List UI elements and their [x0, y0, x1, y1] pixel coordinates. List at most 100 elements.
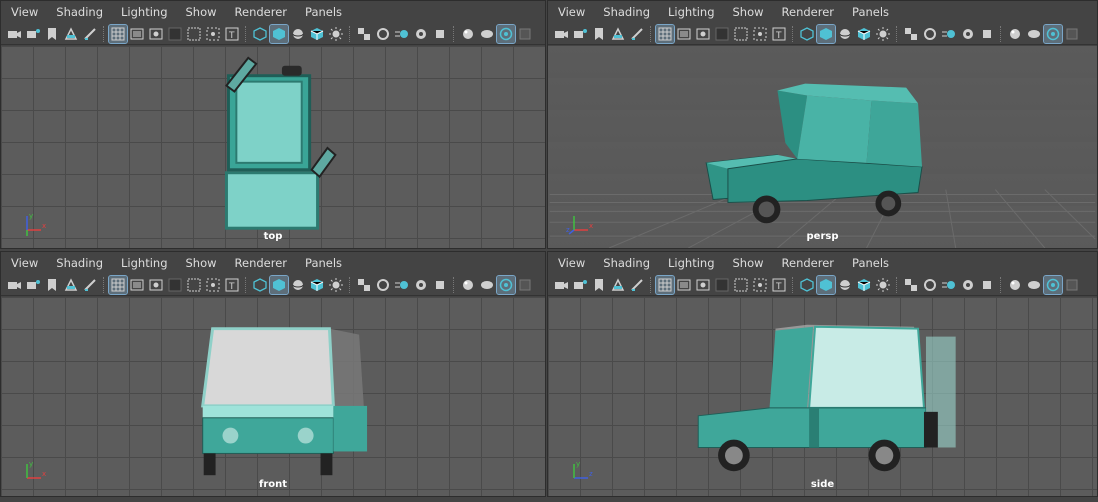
- camera-attr-icon[interactable]: [571, 276, 589, 294]
- wireframe-icon[interactable]: [798, 276, 816, 294]
- side-view-car-model[interactable]: [548, 297, 1097, 496]
- menu-lighting[interactable]: Lighting: [668, 5, 714, 19]
- grid-icon[interactable]: [655, 23, 675, 44]
- safe-action-icon[interactable]: [751, 25, 769, 43]
- smooth-shade-icon[interactable]: [269, 274, 289, 295]
- wireframe-icon[interactable]: [251, 25, 269, 43]
- wireframe-icon[interactable]: [251, 276, 269, 294]
- backface-icon[interactable]: [1063, 276, 1081, 294]
- textured-icon[interactable]: [855, 276, 873, 294]
- safe-action-icon[interactable]: [204, 25, 222, 43]
- film-gate-icon[interactable]: [675, 25, 693, 43]
- use-lights-icon[interactable]: [327, 25, 345, 43]
- xray-joints-icon[interactable]: [1043, 23, 1063, 44]
- viewport-top-panel[interactable]: View Shading Lighting Show Renderer Panels T …: [0, 0, 546, 249]
- menu-view[interactable]: View: [558, 256, 585, 270]
- xray-active-icon[interactable]: [478, 25, 496, 43]
- menu-renderer[interactable]: Renderer: [235, 256, 288, 270]
- textured-icon[interactable]: [855, 25, 873, 43]
- xray-joints-icon[interactable]: [496, 23, 516, 44]
- textured-icon[interactable]: [308, 276, 326, 294]
- menu-show[interactable]: Show: [733, 256, 764, 270]
- xray-active-icon[interactable]: [1025, 25, 1043, 43]
- bookmark-icon[interactable]: [43, 25, 61, 43]
- use-lights-icon[interactable]: [327, 276, 345, 294]
- persp-view-car-model[interactable]: [548, 46, 1097, 248]
- field-chart-icon[interactable]: [732, 25, 750, 43]
- grease-pencil-icon[interactable]: [81, 276, 99, 294]
- image-plane-icon[interactable]: [62, 276, 80, 294]
- xray-icon[interactable]: [1006, 276, 1024, 294]
- ambient-occlusion-icon[interactable]: [921, 25, 939, 43]
- grease-pencil-icon[interactable]: [81, 25, 99, 43]
- gate-mask-icon[interactable]: [713, 25, 731, 43]
- backface-icon[interactable]: [516, 25, 534, 43]
- menu-lighting[interactable]: Lighting: [668, 256, 714, 270]
- front-view-car-model[interactable]: [1, 297, 545, 496]
- shadows-icon[interactable]: [355, 25, 373, 43]
- backface-icon[interactable]: [516, 276, 534, 294]
- menu-view[interactable]: View: [11, 5, 38, 19]
- menu-show[interactable]: Show: [186, 256, 217, 270]
- smooth-shade-icon[interactable]: [269, 23, 289, 44]
- shadows-icon[interactable]: [902, 276, 920, 294]
- xray-joints-icon[interactable]: [496, 274, 516, 295]
- ambient-occlusion-icon[interactable]: [374, 25, 392, 43]
- menu-shading[interactable]: Shading: [603, 256, 650, 270]
- smooth-shade-icon[interactable]: [816, 274, 836, 295]
- menu-shading[interactable]: Shading: [56, 256, 103, 270]
- ambient-occlusion-icon[interactable]: [921, 276, 939, 294]
- motion-blur-icon[interactable]: [940, 276, 958, 294]
- field-chart-icon[interactable]: [185, 276, 203, 294]
- viewport-front-panel[interactable]: View Shading Lighting Show Renderer Panels T …: [0, 251, 546, 497]
- camera-select-icon[interactable]: [552, 276, 570, 294]
- resolution-gate-icon[interactable]: [694, 25, 712, 43]
- motion-blur-icon[interactable]: [393, 276, 411, 294]
- isolate-select-icon[interactable]: [431, 276, 449, 294]
- wireframe-on-shaded-icon[interactable]: [289, 276, 307, 294]
- viewport-canvas[interactable]: x z persp: [548, 46, 1097, 248]
- resolution-gate-icon[interactable]: [694, 276, 712, 294]
- film-gate-icon[interactable]: [128, 25, 146, 43]
- anti-alias-icon[interactable]: [959, 25, 977, 43]
- viewport-side-panel[interactable]: View Shading Lighting Show Renderer Panels T …: [547, 251, 1098, 497]
- wireframe-on-shaded-icon[interactable]: [289, 25, 307, 43]
- bookmark-icon[interactable]: [590, 25, 608, 43]
- image-plane-icon[interactable]: [609, 25, 627, 43]
- smooth-shade-icon[interactable]: [816, 23, 836, 44]
- use-lights-icon[interactable]: [874, 276, 892, 294]
- field-chart-icon[interactable]: [732, 276, 750, 294]
- menu-shading[interactable]: Shading: [56, 5, 103, 19]
- bookmark-icon[interactable]: [43, 276, 61, 294]
- anti-alias-icon[interactable]: [959, 276, 977, 294]
- camera-select-icon[interactable]: [552, 25, 570, 43]
- safe-title-icon[interactable]: T: [223, 25, 241, 43]
- viewport-persp-panel[interactable]: View Shading Lighting Show Renderer Panels T: [547, 0, 1098, 249]
- xray-active-icon[interactable]: [1025, 276, 1043, 294]
- motion-blur-icon[interactable]: [940, 25, 958, 43]
- bookmark-icon[interactable]: [590, 276, 608, 294]
- camera-select-icon[interactable]: [5, 25, 23, 43]
- safe-action-icon[interactable]: [204, 276, 222, 294]
- isolate-select-icon[interactable]: [431, 25, 449, 43]
- safe-action-icon[interactable]: [751, 276, 769, 294]
- wireframe-on-shaded-icon[interactable]: [836, 276, 854, 294]
- grid-icon[interactable]: [655, 274, 675, 295]
- camera-attr-icon[interactable]: [571, 25, 589, 43]
- backface-icon[interactable]: [1063, 25, 1081, 43]
- isolate-select-icon[interactable]: [978, 276, 996, 294]
- viewport-canvas[interactable]: x y top: [1, 46, 545, 248]
- camera-attr-icon[interactable]: [24, 276, 42, 294]
- menu-panels[interactable]: Panels: [852, 256, 889, 270]
- xray-active-icon[interactable]: [478, 276, 496, 294]
- menu-renderer[interactable]: Renderer: [782, 5, 835, 19]
- xray-icon[interactable]: [1006, 25, 1024, 43]
- viewport-canvas[interactable]: x y front: [1, 297, 545, 496]
- isolate-select-icon[interactable]: [978, 25, 996, 43]
- image-plane-icon[interactable]: [609, 276, 627, 294]
- top-view-car-model[interactable]: [1, 46, 545, 248]
- image-plane-icon[interactable]: [62, 25, 80, 43]
- camera-select-icon[interactable]: [5, 276, 23, 294]
- safe-title-icon[interactable]: T: [223, 276, 241, 294]
- menu-panels[interactable]: Panels: [305, 5, 342, 19]
